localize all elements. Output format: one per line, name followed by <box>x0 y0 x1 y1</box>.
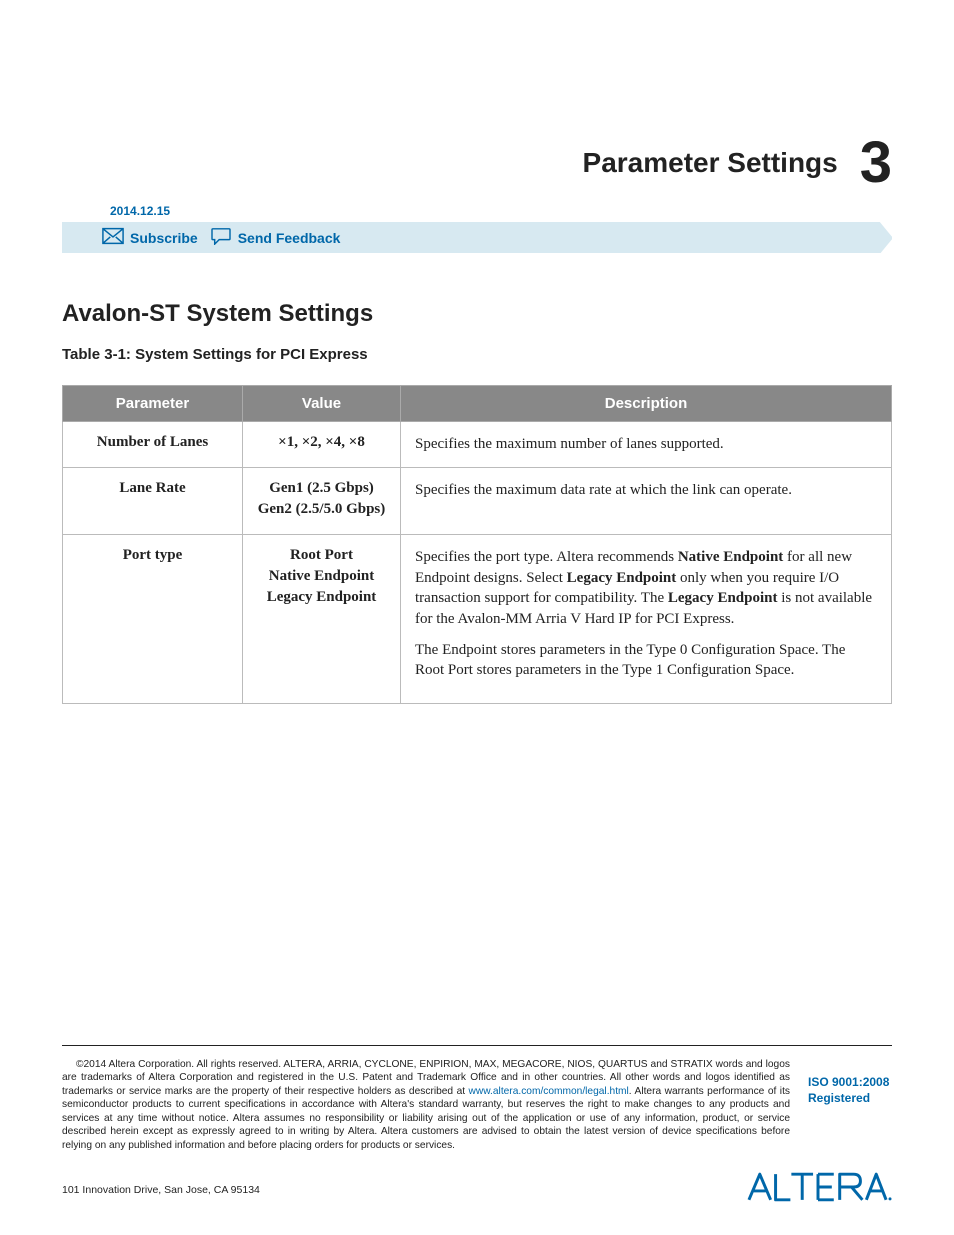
cell-parameter: Lane Rate <box>63 468 243 535</box>
chapter-title: Parameter Settings <box>583 147 838 179</box>
copyright-text: ©2014 Altera Corporation. All rights res… <box>62 1058 790 1152</box>
footer-rule <box>62 1045 892 1046</box>
altera-logo <box>744 1166 892 1213</box>
value-line: Gen1 (2.5 Gbps) <box>257 480 386 497</box>
value-line: Gen2 (2.5/5.0 Gbps) <box>257 501 386 518</box>
value-line: Legacy Endpoint <box>257 589 386 606</box>
value-line: Native Endpoint <box>257 568 386 585</box>
iso-badge[interactable]: ISO 9001:2008 Registered <box>808 1058 892 1106</box>
chapter-header: Parameter Settings 3 <box>583 134 892 192</box>
page-footer: ©2014 Altera Corporation. All rights res… <box>62 1045 892 1213</box>
send-feedback-button[interactable]: Send Feedback <box>210 227 341 248</box>
cell-value: Root Port Native Endpoint Legacy Endpoint <box>243 535 401 704</box>
system-settings-table: Parameter Value Description Number of La… <box>62 385 892 704</box>
cell-description: Specifies the port type. Altera recommen… <box>401 535 892 704</box>
cell-value: ×1, ×2, ×4, ×8 <box>243 422 401 468</box>
cell-description: Specifies the maximum number of lanes su… <box>401 422 892 468</box>
value-line: ×1, ×2, ×4, ×8 <box>257 434 386 451</box>
col-header-value: Value <box>243 386 401 422</box>
cell-parameter: Number of Lanes <box>63 422 243 468</box>
section-title: Avalon-ST System Settings <box>62 300 892 328</box>
cell-parameter: Port type <box>63 535 243 704</box>
chat-bubble-icon <box>210 227 232 248</box>
col-header-parameter: Parameter <box>63 386 243 422</box>
cell-value: Gen1 (2.5 Gbps) Gen2 (2.5/5.0 Gbps) <box>243 468 401 535</box>
subscribe-label: Subscribe <box>130 230 198 246</box>
chapter-number: 3 <box>860 134 892 192</box>
value-line: Root Port <box>257 547 386 564</box>
col-header-description: Description <box>401 386 892 422</box>
envelope-icon <box>102 227 124 248</box>
table-row: Number of Lanes ×1, ×2, ×4, ×8 Specifies t… <box>63 422 892 468</box>
table-row: Lane Rate Gen1 (2.5 Gbps) Gen2 (2.5/5.0 Gb… <box>63 468 892 535</box>
copyright-symbol: © <box>76 1059 84 1070</box>
subscribe-button[interactable]: Subscribe <box>102 227 198 248</box>
legal-link[interactable]: www.altera.com/common/legal.html <box>469 1086 629 1097</box>
header-action-bar: 2014.12.15 Subscribe Send Feedback <box>62 204 892 253</box>
company-address: 101 Innovation Drive, San Jose, CA 95134 <box>62 1184 260 1196</box>
table-caption: Table 3-1: System Settings for PCI Expre… <box>62 346 892 363</box>
doc-date: 2014.12.15 <box>110 204 892 218</box>
cell-description: Specifies the maximum data rate at which… <box>401 468 892 535</box>
send-feedback-label: Send Feedback <box>238 230 341 246</box>
action-bar-bg: Subscribe Send Feedback <box>62 222 892 253</box>
table-header-row: Parameter Value Description <box>63 386 892 422</box>
table-row: Port type Root Port Native Endpoint Legacy … <box>63 535 892 704</box>
